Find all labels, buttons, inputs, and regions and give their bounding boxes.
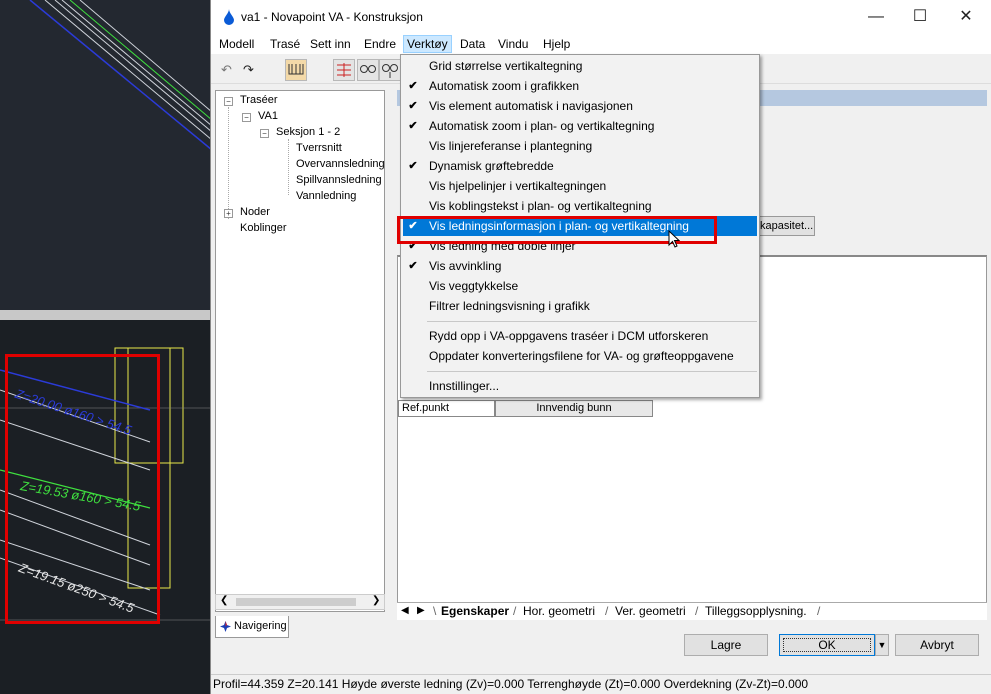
properties-tabs: ◀ ▶ \ Egenskaper / Hor. geometri / Ver. …	[397, 602, 987, 620]
menu-item-automatisk-zoom[interactable]: ✔ Automatisk zoom i grafikken	[403, 76, 757, 96]
ok-dropdown-icon[interactable]: ▼	[875, 634, 889, 656]
menu-endre[interactable]: Endre	[361, 36, 399, 54]
status-bar: Profil=44.359 Z=20.141 Høyde øverste led…	[211, 674, 991, 694]
maximize-button[interactable]: ☐	[905, 6, 935, 28]
menu-item-oppdater-konvertering[interactable]: Oppdater konverteringsfilene for VA- og …	[403, 346, 757, 366]
tab-hor-geometri[interactable]: Hor. geometri	[523, 604, 595, 618]
tab-prev-icon[interactable]: ◀	[401, 605, 409, 616]
ok-focus-ring	[783, 638, 871, 652]
menu-item-vis-linjereferanse[interactable]: Vis linjereferanse i plantegning	[403, 136, 757, 156]
tab-egenskaper[interactable]: Egenskaper	[441, 604, 509, 618]
tree-item-vannledning[interactable]: Vannledning	[296, 190, 356, 202]
checkmark-icon: ✔	[408, 80, 418, 92]
tab-navigering[interactable]: Navigering	[215, 616, 289, 638]
horizontal-scrollbar[interactable]: ❮ ❯	[215, 594, 385, 610]
tab-ver-geometri[interactable]: Ver. geometri	[615, 604, 686, 618]
lagre-button[interactable]: Lagre	[684, 634, 768, 656]
menu-item-rydd-opp[interactable]: Rydd opp i VA-oppgavens traséer i DCM ut…	[403, 326, 757, 346]
menu-vindu[interactable]: Vindu	[495, 36, 531, 54]
cad-viewport-top[interactable]	[0, 0, 212, 310]
compass-icon	[220, 621, 231, 632]
tab-divider: \	[433, 604, 437, 618]
title-bar[interactable]: va1 - Novapoint VA - Konstruksjon — ☐ ✕	[211, 0, 991, 34]
tab-next-icon[interactable]: ▶	[417, 605, 425, 616]
menu-item-automatisk-zoom-plan[interactable]: ✔ Automatisk zoom i plan- og vertikaltegn…	[403, 116, 757, 136]
tree-item-traseer[interactable]: Traséer	[240, 94, 278, 106]
ok-button[interactable]: OK	[779, 634, 875, 656]
checkmark-icon: ✔	[408, 160, 418, 172]
close-button[interactable]: ✕	[951, 6, 981, 28]
tree-item-va1[interactable]: VA1	[258, 110, 278, 122]
avbryt-button[interactable]: Avbryt	[895, 634, 979, 656]
manhole-tool-icon[interactable]	[379, 59, 401, 81]
cad-separator	[0, 310, 212, 320]
menu-item-grid-storrelse[interactable]: Grid størrelse vertikaltegning	[403, 56, 757, 76]
menu-item-filtrer-ledningsvisning[interactable]: Filtrer ledningsvisning i grafikk	[403, 296, 757, 316]
menu-separator	[427, 321, 757, 322]
checkmark-icon: ✔	[408, 120, 418, 132]
menu-trase[interactable]: Trasé	[267, 36, 303, 54]
menu-modell[interactable]: Modell	[216, 36, 257, 54]
checkmark-icon: ✔	[408, 100, 418, 112]
tree-item-seksjon[interactable]: Seksjon 1 - 2	[276, 126, 340, 138]
section-tool-icon[interactable]	[333, 59, 355, 81]
menu-sett-inn[interactable]: Sett inn	[307, 36, 354, 54]
annotation-highlight-cad	[5, 354, 160, 624]
tab-tilleggsopplysning[interactable]: Tilleggsopplysning.	[705, 604, 807, 618]
pipe-tool-icon[interactable]	[357, 59, 379, 81]
tab-divider: /	[695, 604, 699, 618]
collapse-icon[interactable]: −	[242, 113, 251, 122]
menu-separator	[427, 371, 757, 372]
tree-connector	[288, 139, 289, 195]
menu-item-vis-avvinkling[interactable]: ✔ Vis avvinkling	[403, 256, 757, 276]
scroll-left-icon[interactable]: ❮	[220, 595, 228, 606]
app-drop-icon	[224, 9, 234, 25]
menu-item-vis-koblingstekst[interactable]: Vis koblingstekst i plan- og vertikalteg…	[403, 196, 757, 216]
window-title: va1 - Novapoint VA - Konstruksjon	[241, 10, 423, 24]
collapse-icon[interactable]: −	[260, 129, 269, 138]
scroll-thumb[interactable]	[236, 598, 356, 606]
tab-navigering-label: Navigering	[234, 620, 287, 632]
redo-icon[interactable]: ↷	[243, 62, 254, 78]
innvendig-bunn-cell[interactable]: Innvendig bunn	[495, 400, 653, 417]
menu-item-vis-veggtykkelse[interactable]: Vis veggtykkelse	[403, 276, 757, 296]
menu-item-innstillinger[interactable]: Innstillinger...	[403, 376, 757, 396]
minimize-button[interactable]: —	[861, 6, 891, 28]
navigation-tree[interactable]: − Traséer − VA1 − Seksjon 1 - 2 Tverrsni…	[215, 90, 385, 612]
refpunkt-cell[interactable]: Ref.punkt	[398, 400, 495, 417]
tab-divider: /	[817, 604, 821, 618]
checkmark-icon: ✔	[408, 260, 418, 272]
profile-tool-icon[interactable]	[285, 59, 307, 81]
tree-item-overvannsledning[interactable]: Overvannsledning	[296, 158, 385, 170]
menu-verktoy[interactable]: Verktøy	[403, 35, 452, 53]
undo-icon[interactable]: ↶	[221, 62, 232, 78]
menu-item-vis-hjelpelinjer[interactable]: Vis hjelpelinjer i vertikaltegningen	[403, 176, 757, 196]
tree-item-spillvannsledning[interactable]: Spillvannsledning	[296, 174, 382, 186]
tab-divider: /	[605, 604, 609, 618]
tree-item-tverrsnitt[interactable]: Tverrsnitt	[296, 142, 342, 154]
menu-item-dynamisk-groftebredde[interactable]: ✔ Dynamisk grøftebredde	[403, 156, 757, 176]
menu-item-vis-element[interactable]: ✔ Vis element automatisk i navigasjonen	[403, 96, 757, 116]
collapse-icon[interactable]: −	[224, 97, 233, 106]
cad-plan-lines	[29, 0, 212, 151]
mouse-cursor-icon	[668, 230, 680, 248]
tab-divider: /	[513, 604, 517, 618]
menu-hjelp[interactable]: Hjelp	[540, 36, 573, 54]
kapasitet-button[interactable]: kapasitet...	[757, 216, 815, 236]
tree-item-noder[interactable]: Noder	[240, 206, 270, 218]
expand-icon[interactable]: +	[224, 209, 233, 218]
tree-connector	[228, 107, 229, 219]
menu-bar: Modell Trasé Sett inn Endre Verktøy Data…	[211, 34, 991, 54]
menu-data[interactable]: Data	[457, 36, 488, 54]
tree-item-koblinger[interactable]: Koblinger	[240, 222, 286, 234]
scroll-right-icon[interactable]: ❯	[372, 595, 380, 606]
